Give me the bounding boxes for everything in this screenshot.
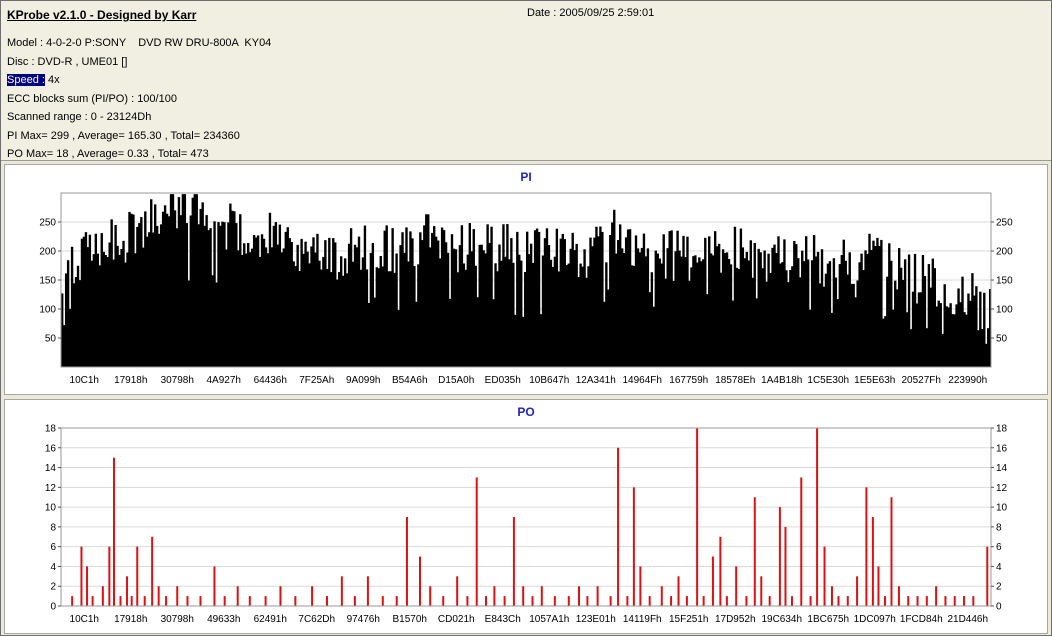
svg-text:10C1h: 10C1h bbox=[70, 614, 99, 625]
scan-date: Date : 2005/09/25 2:59:01 bbox=[527, 7, 655, 19]
svg-text:2: 2 bbox=[50, 582, 56, 593]
pi-chart-title: PI bbox=[520, 170, 532, 184]
title-row: KProbe v2.1.0 - Designed by Karr Date : … bbox=[7, 6, 1045, 23]
svg-text:14119Fh: 14119Fh bbox=[623, 614, 662, 625]
svg-text:17D952h: 17D952h bbox=[715, 614, 756, 625]
svg-text:12: 12 bbox=[45, 483, 57, 494]
pi-stats-line: PI Max= 299 , Average= 165.30 , Total= 2… bbox=[7, 129, 240, 142]
svg-text:100: 100 bbox=[39, 305, 56, 316]
svg-text:250: 250 bbox=[996, 218, 1013, 229]
svg-text:B1570h: B1570h bbox=[393, 614, 427, 625]
svg-text:20527Fh: 20527Fh bbox=[902, 375, 941, 386]
model-line: Model : 4-0-2-0 P:SONY DVD RW DRU-800A K… bbox=[7, 37, 272, 49]
kprobe-window: KProbe v2.1.0 - Designed by Karr Date : … bbox=[0, 0, 1052, 636]
svg-text:49633h: 49633h bbox=[207, 614, 240, 625]
svg-text:16: 16 bbox=[996, 443, 1008, 454]
svg-text:2: 2 bbox=[996, 582, 1002, 593]
svg-text:D15A0h: D15A0h bbox=[438, 375, 474, 386]
svg-text:100: 100 bbox=[996, 305, 1013, 316]
svg-text:30798h: 30798h bbox=[161, 375, 194, 386]
svg-text:1E5E63h: 1E5E63h bbox=[854, 375, 895, 386]
svg-text:10: 10 bbox=[45, 503, 57, 514]
scan-range-line: Scanned range : 0 - 23124Dh bbox=[7, 111, 152, 123]
svg-text:250: 250 bbox=[39, 218, 56, 229]
speed-label-highlighted: Speed : bbox=[7, 74, 45, 86]
svg-text:1BC675h: 1BC675h bbox=[807, 614, 849, 625]
svg-text:14964Fh: 14964Fh bbox=[623, 375, 662, 386]
svg-text:14: 14 bbox=[45, 463, 57, 474]
svg-text:8: 8 bbox=[50, 522, 56, 533]
svg-text:18578Eh: 18578Eh bbox=[715, 375, 755, 386]
po-stats-line: PO Max= 18 , Average= 0.33 , Total= 473 bbox=[7, 148, 209, 160]
svg-text:12: 12 bbox=[996, 483, 1008, 494]
svg-text:4: 4 bbox=[50, 562, 56, 573]
svg-text:1057A1h: 1057A1h bbox=[529, 614, 569, 625]
svg-text:97476h: 97476h bbox=[347, 614, 380, 625]
svg-text:167759h: 167759h bbox=[669, 375, 708, 386]
svg-text:4: 4 bbox=[996, 562, 1002, 573]
svg-text:14: 14 bbox=[996, 463, 1008, 474]
svg-text:1C5E30h: 1C5E30h bbox=[807, 375, 849, 386]
svg-text:ED035h: ED035h bbox=[485, 375, 521, 386]
svg-text:21D446h: 21D446h bbox=[947, 614, 988, 625]
svg-text:30798h: 30798h bbox=[161, 614, 194, 625]
svg-text:6: 6 bbox=[996, 542, 1002, 553]
svg-text:18: 18 bbox=[996, 424, 1008, 435]
svg-text:B54A6h: B54A6h bbox=[392, 375, 428, 386]
svg-text:150: 150 bbox=[39, 276, 56, 287]
pi-chart-panel: PI 50 50 100 100 150 150 200 200 250 250 10C1h 1791… bbox=[4, 164, 1048, 395]
svg-text:1DC097h: 1DC097h bbox=[854, 614, 896, 625]
svg-text:18: 18 bbox=[45, 424, 57, 435]
svg-text:200: 200 bbox=[996, 247, 1013, 258]
speed-line: Speed : 4x bbox=[7, 71, 1045, 90]
po-chart-title: PO bbox=[517, 405, 535, 419]
svg-text:9A099h: 9A099h bbox=[346, 375, 380, 386]
svg-text:19C634h: 19C634h bbox=[761, 614, 802, 625]
svg-text:200: 200 bbox=[39, 247, 56, 258]
svg-text:4A927h: 4A927h bbox=[207, 375, 241, 386]
svg-text:1FCD84h: 1FCD84h bbox=[900, 614, 943, 625]
app-title: KProbe v2.1.0 - Designed by Karr bbox=[7, 8, 197, 22]
svg-text:150: 150 bbox=[996, 276, 1013, 287]
svg-text:10C1h: 10C1h bbox=[70, 375, 99, 386]
svg-text:64436h: 64436h bbox=[254, 375, 287, 386]
svg-text:223990h: 223990h bbox=[948, 375, 987, 386]
svg-text:10B647h: 10B647h bbox=[529, 375, 569, 386]
svg-text:15F251h: 15F251h bbox=[669, 614, 708, 625]
scan-info-panel: KProbe v2.1.0 - Designed by Karr Date : … bbox=[1, 1, 1051, 161]
info-lines: Model : 4-0-2-0 P:SONY DVD RW DRU-800A K… bbox=[7, 34, 1045, 164]
svg-text:E843Ch: E843Ch bbox=[485, 614, 521, 625]
svg-text:6: 6 bbox=[50, 542, 56, 553]
svg-text:0: 0 bbox=[50, 602, 56, 613]
ecc-line: ECC blocks sum (PI/PO) : 100/100 bbox=[7, 92, 177, 105]
svg-text:16: 16 bbox=[45, 443, 57, 454]
po-chart: 0 0 2 2 4 4 6 6 8 8 10 10 12 12 14 14 16 16 18 18 10C1h 17918… bbox=[45, 424, 1008, 626]
svg-text:0: 0 bbox=[996, 602, 1002, 613]
speed-value: 4x bbox=[44, 74, 60, 86]
svg-text:CD021h: CD021h bbox=[438, 614, 475, 625]
svg-text:50: 50 bbox=[45, 334, 57, 345]
svg-text:7F25Ah: 7F25Ah bbox=[299, 375, 334, 386]
svg-text:50: 50 bbox=[996, 334, 1008, 345]
svg-text:12A341h: 12A341h bbox=[576, 375, 616, 386]
svg-text:8: 8 bbox=[996, 522, 1002, 533]
svg-text:1A4B18h: 1A4B18h bbox=[761, 375, 802, 386]
disc-line: Disc : DVD-R , UME01 [] bbox=[7, 55, 128, 68]
po-chart-panel: PO 0 0 2 2 4 4 6 6 8 8 10 10 12 12 14 14 16 16 18 18 10C1h 17… bbox=[4, 399, 1048, 634]
svg-text:10: 10 bbox=[996, 503, 1008, 514]
svg-text:17918h: 17918h bbox=[114, 614, 147, 625]
svg-text:7C62Dh: 7C62Dh bbox=[298, 614, 335, 625]
svg-text:62491h: 62491h bbox=[254, 614, 287, 625]
pi-chart: 50 50 100 100 150 150 200 200 250 250 10C1h 17918h 3… bbox=[39, 192, 1013, 386]
svg-text:123E01h: 123E01h bbox=[576, 614, 616, 625]
svg-text:17918h: 17918h bbox=[114, 375, 147, 386]
